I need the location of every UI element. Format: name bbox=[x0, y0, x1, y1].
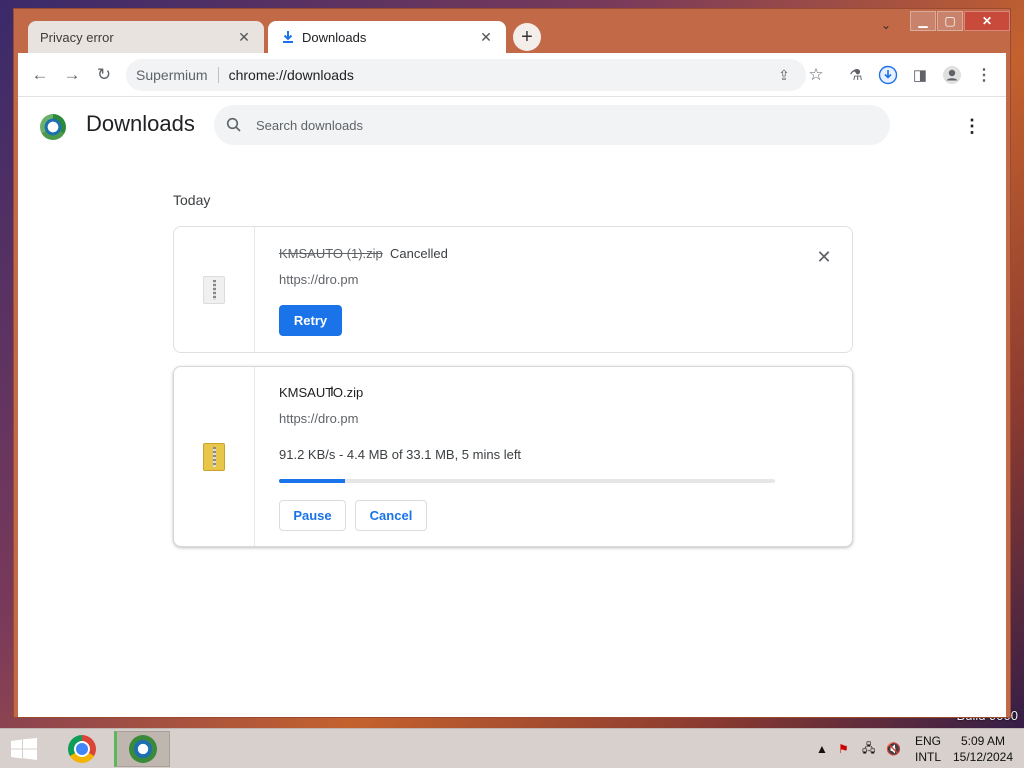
file-name[interactable]: KMSAUTO.zip bbox=[279, 385, 363, 400]
show-hidden-icons[interactable]: ▲ bbox=[816, 729, 828, 768]
cancel-button[interactable]: Cancel bbox=[355, 500, 427, 531]
bookmark-star-icon[interactable]: ☆ bbox=[804, 63, 828, 87]
retry-button[interactable]: Retry bbox=[279, 305, 342, 336]
tab-downloads[interactable]: Downloads ✕ bbox=[268, 21, 506, 53]
tab-close-icon[interactable]: ✕ bbox=[478, 29, 494, 45]
progress-fill bbox=[279, 479, 345, 483]
download-status: Cancelled bbox=[390, 246, 448, 261]
download-item: KMSAUTO.zip I https://dro.pm 91.2 KB/s -… bbox=[173, 366, 853, 547]
address-bar[interactable]: Supermium chrome://downloads bbox=[126, 59, 806, 91]
tab-title: Privacy error bbox=[40, 29, 114, 45]
supermium-logo-icon bbox=[40, 114, 66, 140]
text-cursor-icon: I bbox=[330, 383, 334, 399]
page-title: Downloads bbox=[86, 111, 195, 136]
file-url[interactable]: https://dro.pm bbox=[279, 272, 358, 287]
tab-privacy-error[interactable]: Privacy error ✕ bbox=[28, 21, 264, 53]
site-name: Supermium bbox=[136, 67, 208, 83]
system-clock[interactable]: 5:09 AM 15/12/2024 bbox=[950, 733, 1016, 765]
search-box[interactable] bbox=[214, 105, 890, 145]
browser-toolbar: ← → ↻ Supermium chrome://downloads ⇪ ☆ ⚗… bbox=[18, 53, 1006, 97]
zip-file-icon bbox=[203, 275, 225, 304]
download-item: KMSAUTO (1).zip Cancelled https://dro.pm… bbox=[173, 226, 853, 353]
side-panel-icon[interactable]: ◨ bbox=[908, 63, 932, 87]
downloads-toolbar-icon[interactable] bbox=[876, 63, 900, 87]
language-code: ENG bbox=[914, 734, 941, 748]
new-tab-button[interactable]: + bbox=[513, 23, 541, 51]
url-text: chrome://downloads bbox=[228, 67, 354, 83]
browser-window: Privacy error ✕ Downloads ✕ + ⌄ ▁ ▢ ✕ ← … bbox=[13, 8, 1011, 718]
downloads-page: Downloads ⋮ Today KMSAUTO (1).zip Cancel… bbox=[18, 97, 1006, 717]
more-options-icon[interactable]: ⋮ bbox=[962, 115, 982, 137]
tab-strip: Privacy error ✕ Downloads ✕ + ⌄ ▁ ▢ ✕ bbox=[14, 9, 1010, 53]
forward-icon[interactable]: → bbox=[60, 63, 84, 87]
windows-start-icon[interactable] bbox=[10, 738, 38, 760]
remove-item-icon[interactable]: ✕ bbox=[814, 247, 834, 267]
search-input[interactable] bbox=[256, 117, 856, 133]
keyboard-layout: INTL bbox=[914, 750, 941, 764]
share-icon[interactable]: ⇪ bbox=[772, 63, 796, 87]
taskbar-chrome[interactable] bbox=[54, 731, 110, 767]
taskbar: ▲ ⚑ 🖧 🔇 ENG INTL 5:09 AM 15/12/2024 bbox=[0, 728, 1024, 768]
tab-title: Downloads bbox=[302, 29, 367, 45]
maximize-button[interactable]: ▢ bbox=[937, 11, 963, 31]
back-icon[interactable]: ← bbox=[28, 63, 52, 87]
tab-close-icon[interactable]: ✕ bbox=[236, 29, 252, 45]
pause-button[interactable]: Pause bbox=[279, 500, 346, 531]
file-icon-column bbox=[174, 227, 255, 352]
progress-bar bbox=[279, 479, 775, 483]
minimize-button[interactable]: ▁ bbox=[910, 11, 936, 31]
close-window-button[interactable]: ✕ bbox=[964, 11, 1010, 31]
download-icon bbox=[280, 29, 296, 45]
chrome-icon bbox=[68, 735, 96, 763]
clock-date: 15/12/2024 bbox=[952, 750, 1014, 764]
file-name[interactable]: KMSAUTO (1).zip bbox=[279, 246, 383, 261]
volume-muted-icon[interactable]: 🔇 bbox=[886, 729, 901, 768]
reload-icon[interactable]: ↻ bbox=[92, 63, 116, 87]
page-header: Downloads ⋮ bbox=[18, 97, 1006, 157]
menu-icon[interactable]: ⋮ bbox=[972, 63, 996, 87]
network-icon[interactable]: 🖧 bbox=[862, 729, 875, 768]
section-label: Today bbox=[173, 192, 211, 208]
search-icon bbox=[226, 117, 241, 132]
clock-time: 5:09 AM bbox=[960, 734, 1006, 748]
supermium-icon bbox=[129, 735, 157, 763]
taskbar-supermium[interactable] bbox=[114, 731, 170, 767]
extensions-icon[interactable]: ⚗ bbox=[844, 63, 868, 87]
progress-text: 91.2 KB/s - 4.4 MB of 33.1 MB, 5 mins le… bbox=[279, 447, 522, 462]
profile-icon[interactable] bbox=[940, 63, 964, 87]
zip-file-icon bbox=[203, 442, 225, 471]
input-language[interactable]: ENG INTL bbox=[912, 733, 944, 765]
action-center-flag-icon[interactable]: ⚑ bbox=[838, 729, 849, 768]
tab-search-icon[interactable]: ⌄ bbox=[876, 15, 896, 35]
divider bbox=[217, 67, 219, 83]
file-icon-column bbox=[174, 367, 255, 546]
file-url[interactable]: https://dro.pm bbox=[279, 411, 358, 426]
